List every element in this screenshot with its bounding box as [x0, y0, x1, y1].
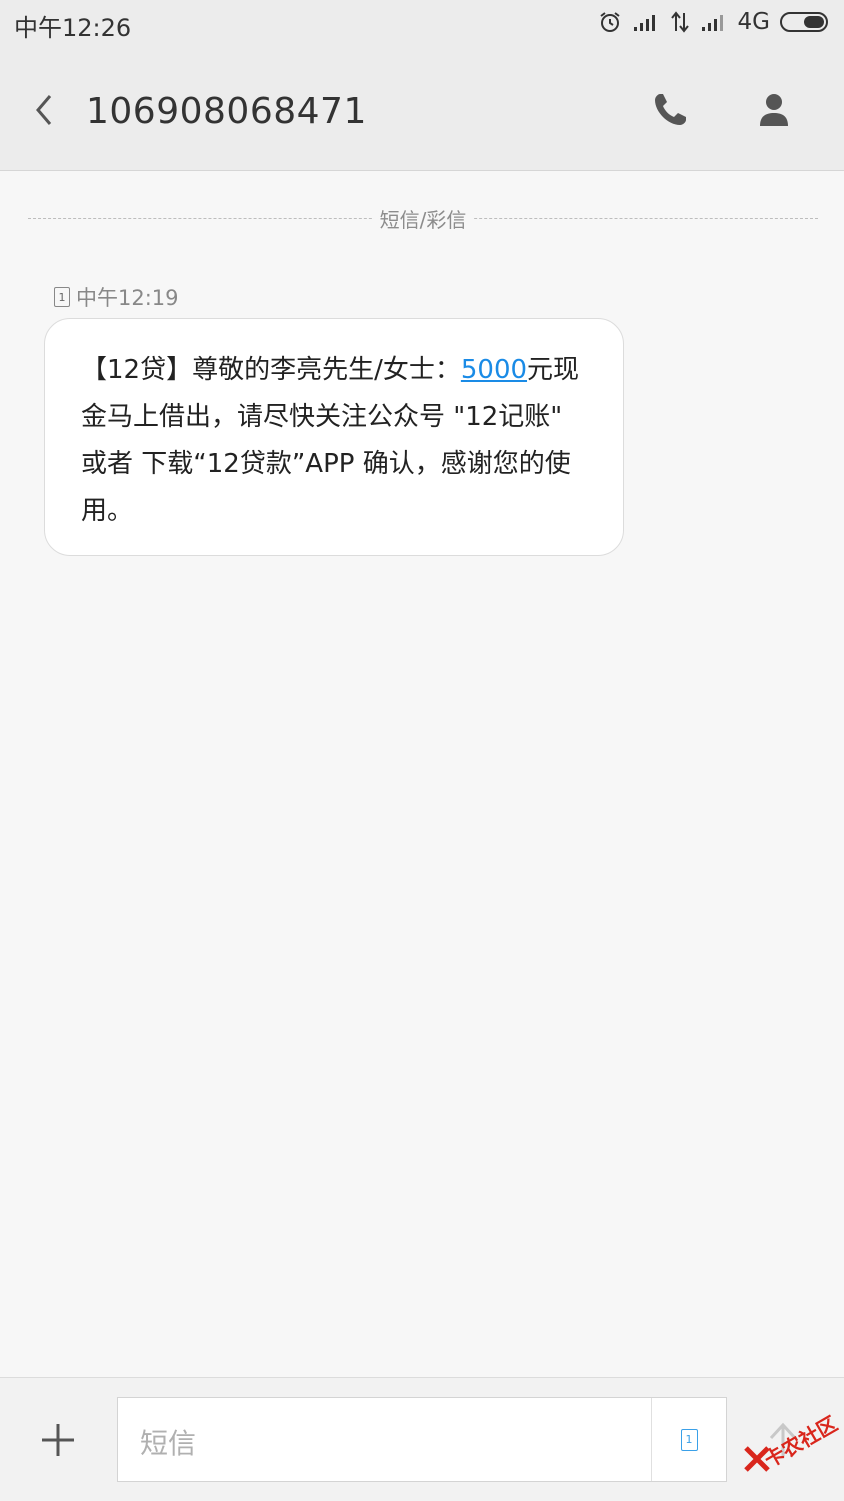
person-icon	[760, 94, 788, 126]
conversation-header: 106908068471	[0, 46, 844, 171]
message-bubble[interactable]: 【12贷】尊敬的李亮先生/女士：5000元现金马上借出，请尽快关注公众号 "12…	[44, 318, 624, 556]
message-time: 中午12:19	[76, 286, 179, 310]
plus-icon	[42, 1424, 74, 1456]
message-meta: 1 中午12:19	[54, 282, 179, 312]
phone-icon	[655, 94, 686, 125]
back-arrow-icon	[36, 95, 52, 125]
sim-card-icon: 1	[680, 1428, 698, 1451]
status-time: 中午12:26	[14, 14, 132, 42]
alarm-icon	[599, 12, 620, 32]
status-bar: 中午12:26 4G	[0, 0, 844, 46]
watermark: 卡农社区	[742, 1408, 844, 1478]
battery-icon	[780, 12, 828, 32]
message-text-before: 【12贷】尊敬的李亮先生/女士：	[81, 355, 461, 385]
sim-card-icon: 1	[54, 287, 70, 307]
data-transfer-icon	[670, 11, 689, 33]
message-type-divider: 短信/彩信	[28, 204, 818, 234]
message-input-placeholder: 短信	[140, 1427, 197, 1460]
divider-label: 短信/彩信	[373, 204, 473, 233]
signal-icon-2	[701, 15, 723, 31]
contact-number: 106908068471	[86, 91, 367, 132]
status-icons: 4G	[598, 8, 832, 36]
sim-select-button[interactable]: 1	[651, 1398, 726, 1481]
back-button[interactable]	[26, 90, 64, 130]
watermark-text: 卡农社区	[760, 1411, 842, 1473]
message-input[interactable]: 短信 1	[117, 1397, 727, 1482]
call-button[interactable]	[650, 90, 694, 130]
contact-info-button[interactable]	[752, 90, 796, 130]
add-attachment-button[interactable]	[38, 1420, 78, 1460]
signal-icon	[633, 15, 655, 31]
composer-bar: 短信 1	[0, 1377, 844, 1501]
amount-link[interactable]: 5000	[461, 355, 527, 385]
network-type: 4G	[737, 9, 770, 35]
